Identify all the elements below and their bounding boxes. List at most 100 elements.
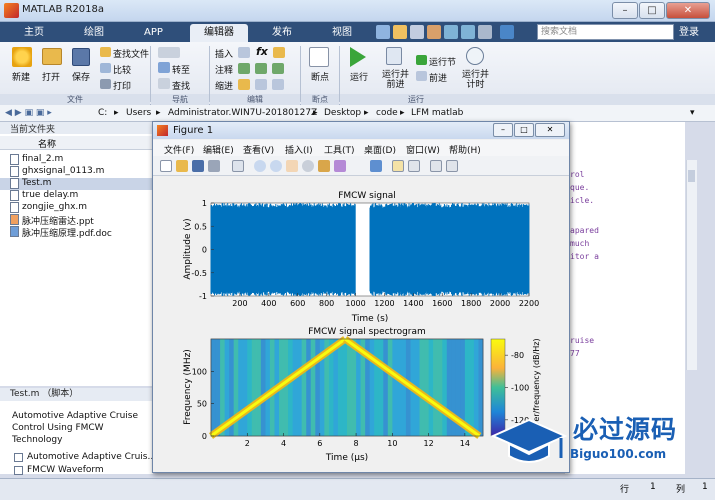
- pan-icon[interactable]: [286, 160, 298, 172]
- tab-view[interactable]: 视图: [318, 24, 366, 42]
- find-files-button[interactable]: 查找文件: [113, 47, 149, 60]
- data-cursor-icon[interactable]: [318, 160, 330, 172]
- colorbar-icon[interactable]: [392, 160, 404, 172]
- menu-insert[interactable]: 插入(I): [285, 143, 313, 156]
- menu-help[interactable]: 帮助(H): [449, 143, 481, 156]
- list-item[interactable]: 脉冲压缩雷达.ppt: [22, 214, 94, 227]
- login-button[interactable]: 登录: [679, 23, 699, 38]
- open-folder-icon[interactable]: [42, 48, 62, 65]
- zoom-in-icon[interactable]: [254, 160, 266, 172]
- find-button[interactable]: 查找: [172, 79, 190, 92]
- tab-home[interactable]: 主页: [10, 24, 58, 42]
- switch-windows-icon[interactable]: [478, 25, 492, 39]
- address-dropdown-icon[interactable]: ▾: [690, 108, 695, 118]
- insert-section-icon[interactable]: [238, 47, 250, 58]
- list-item-selected[interactable]: Test.m: [22, 178, 51, 190]
- redo-icon[interactable]: [461, 25, 475, 39]
- tab-publish[interactable]: 发布: [258, 24, 306, 42]
- editor-scrollbar[interactable]: [686, 160, 697, 370]
- fig-minimize-button[interactable]: –: [493, 123, 513, 137]
- nav-arrows-icon[interactable]: ◀ ▶ ▣ ▣ ▸: [5, 108, 52, 118]
- list-item[interactable]: zongjie_ghx.m: [22, 202, 87, 214]
- insert-button[interactable]: 插入: [215, 47, 233, 60]
- crumb-users[interactable]: Users: [126, 108, 151, 118]
- run-section-button[interactable]: 运行节: [429, 55, 456, 68]
- advance-button[interactable]: 前进: [429, 71, 447, 84]
- menu-edit[interactable]: 编辑(E): [203, 143, 234, 156]
- save-figure-icon[interactable]: [192, 160, 204, 172]
- details-item[interactable]: FMCW Waveform: [27, 465, 104, 475]
- comment-icon[interactable]: [238, 63, 250, 74]
- crumb-drive[interactable]: C:: [98, 108, 107, 118]
- fig-close-button[interactable]: ✕: [535, 123, 565, 137]
- tab-plots[interactable]: 绘图: [70, 24, 118, 42]
- goto-button[interactable]: 转至: [172, 63, 190, 76]
- back-forward-icon[interactable]: [158, 47, 180, 58]
- scrollbar-thumb[interactable]: [688, 170, 695, 182]
- menu-tools[interactable]: 工具(T): [324, 143, 355, 156]
- paste-icon[interactable]: [427, 25, 441, 39]
- show-plot-tools-icon[interactable]: [446, 160, 458, 172]
- zoom-out-icon[interactable]: [270, 160, 282, 172]
- list-item[interactable]: ghxsignal_0113.m: [22, 166, 104, 178]
- compare-button[interactable]: 比较: [113, 63, 131, 76]
- increase-indent-icon[interactable]: [255, 79, 267, 90]
- list-item[interactable]: final_2.m: [22, 154, 63, 166]
- crumb-desktop[interactable]: Desktop: [324, 108, 361, 118]
- menu-window[interactable]: 窗口(W): [406, 143, 440, 156]
- menu-desktop[interactable]: 桌面(D): [364, 143, 396, 156]
- undo-icon[interactable]: [444, 25, 458, 39]
- help-icon[interactable]: [500, 25, 514, 39]
- run-advance-icon[interactable]: [386, 47, 402, 65]
- legend-icon[interactable]: [408, 160, 420, 172]
- run-icon[interactable]: [350, 47, 366, 67]
- crumb-code[interactable]: code: [376, 108, 398, 118]
- run-time-icon[interactable]: [466, 47, 484, 65]
- menu-file[interactable]: 文件(F): [164, 143, 194, 156]
- uncomment-icon[interactable]: [255, 63, 267, 74]
- indent-button[interactable]: 缩进: [215, 79, 233, 92]
- print-button[interactable]: 打印: [113, 79, 131, 92]
- fig-maximize-button[interactable]: □: [514, 123, 534, 137]
- hide-plot-tools-icon[interactable]: [430, 160, 442, 172]
- print-figure-icon[interactable]: [208, 160, 220, 172]
- crumb-folder[interactable]: LFM matlab: [411, 108, 463, 118]
- crumb-user[interactable]: Administrator.WIN7U-20180127Z: [168, 108, 317, 118]
- save-disk-icon[interactable]: [72, 48, 90, 66]
- breakpoints-button[interactable]: 断点: [311, 70, 329, 83]
- details-item[interactable]: Automotive Adaptive Cruis...: [27, 452, 156, 462]
- name-column-header[interactable]: 名称: [38, 137, 56, 150]
- brush-icon[interactable]: [334, 160, 346, 172]
- figure-title-bar[interactable]: Figure 1 – □ ✕: [153, 122, 569, 139]
- maximize-button[interactable]: □: [639, 2, 665, 19]
- wrap-comments-icon[interactable]: [272, 63, 284, 74]
- comment-button[interactable]: 注释: [215, 63, 233, 76]
- list-item[interactable]: 脉冲压缩原理.pdf.doc: [22, 226, 112, 239]
- pointer-icon[interactable]: [232, 160, 244, 172]
- open-file-icon[interactable]: [176, 160, 188, 172]
- menu-view[interactable]: 查看(V): [243, 143, 274, 156]
- close-button[interactable]: ✕: [666, 2, 710, 19]
- minimize-button[interactable]: –: [612, 2, 638, 19]
- list-item[interactable]: true delay.m: [22, 190, 78, 202]
- smart-indent-icon[interactable]: [238, 79, 250, 90]
- file-list-header[interactable]: 名称: [0, 136, 153, 150]
- new-button[interactable]: 新建: [12, 70, 30, 83]
- new-icon[interactable]: [12, 47, 32, 67]
- tab-apps[interactable]: APP: [130, 24, 177, 42]
- search-input[interactable]: 搜索文档: [537, 24, 674, 40]
- new-figure-icon[interactable]: [160, 160, 172, 172]
- save-button[interactable]: 保存: [72, 70, 90, 83]
- insert-function-icon[interactable]: [273, 47, 285, 58]
- tab-editor[interactable]: 编辑器: [190, 24, 248, 42]
- quick-save-icon[interactable]: [376, 25, 390, 39]
- open-button[interactable]: 打开: [42, 70, 60, 83]
- rotate-icon[interactable]: [302, 160, 314, 172]
- cut-icon[interactable]: [393, 25, 407, 39]
- link-plot-icon[interactable]: [370, 160, 382, 172]
- run-advance-button[interactable]: 运行并 前进: [382, 70, 409, 90]
- breakpoints-icon[interactable]: [309, 47, 329, 67]
- run-time-button[interactable]: 运行并 计时: [462, 70, 489, 90]
- copy-icon[interactable]: [410, 25, 424, 39]
- decrease-indent-icon[interactable]: [272, 79, 284, 90]
